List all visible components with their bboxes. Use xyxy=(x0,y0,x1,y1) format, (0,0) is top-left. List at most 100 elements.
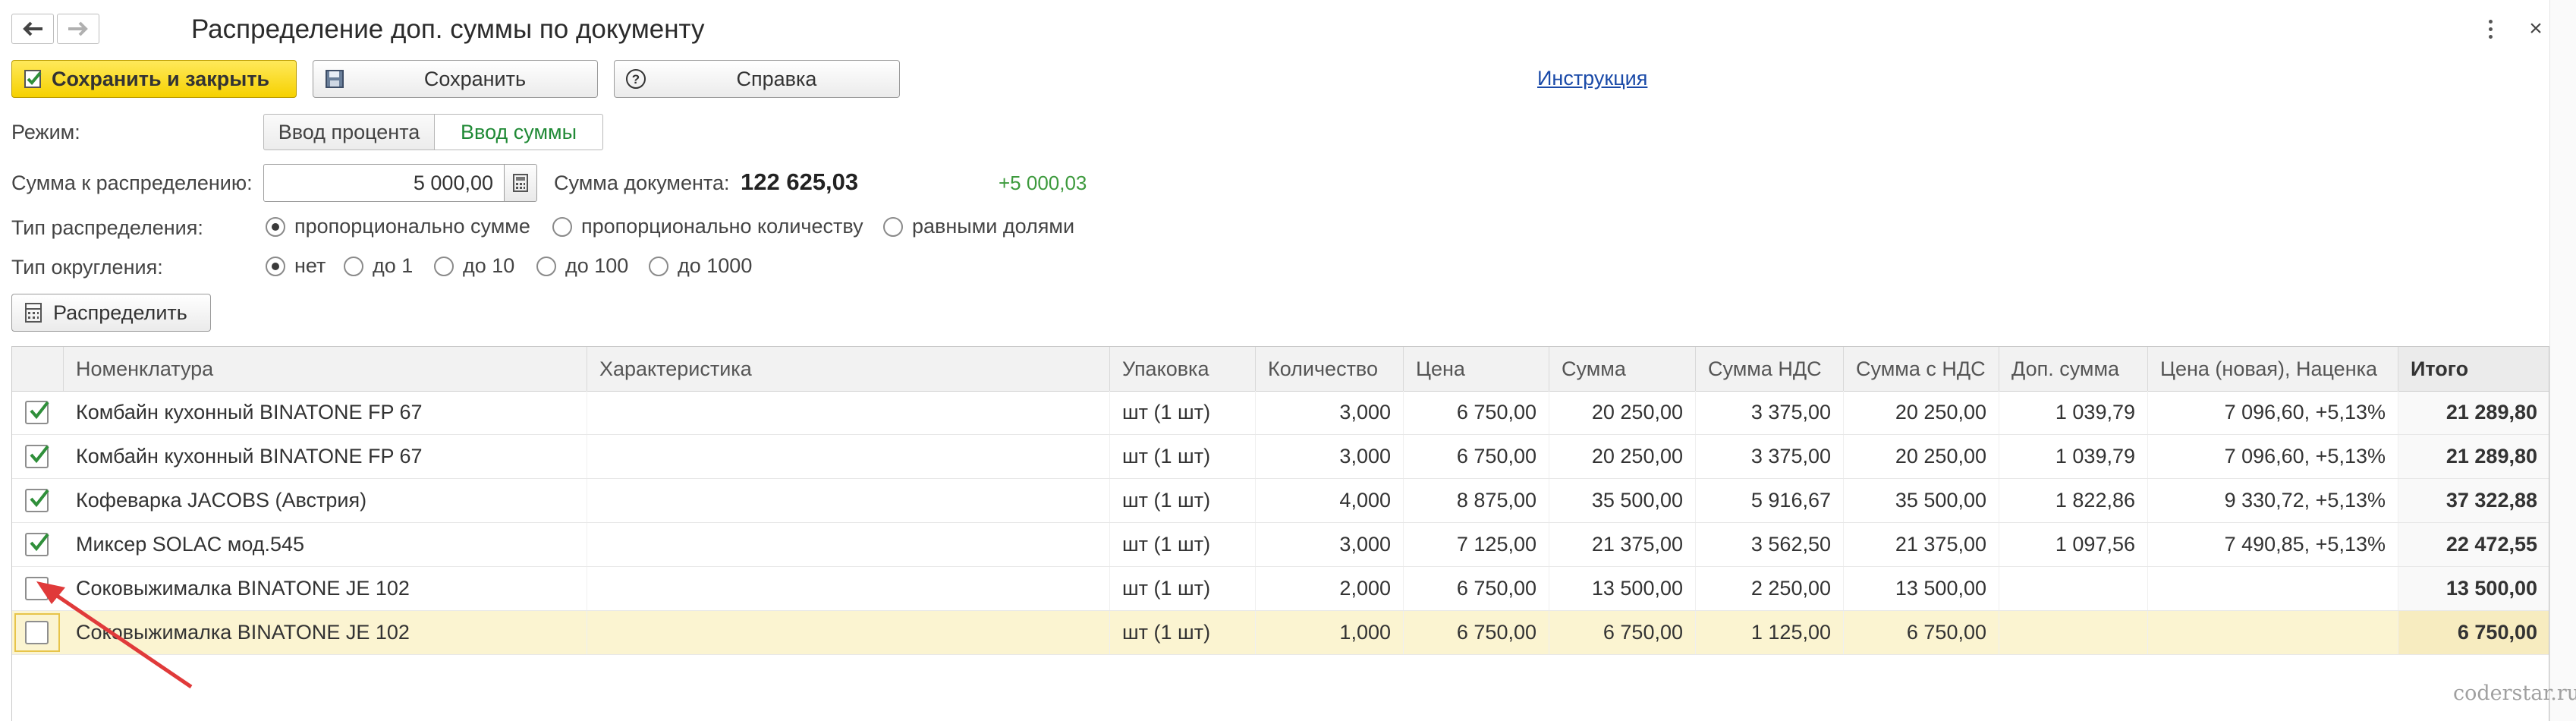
dist-type-proportional-sum[interactable]: пропорционально сумме xyxy=(266,215,530,238)
table-row[interactable]: Комбайн кухонный BINATONE FP 67 шт (1 шт… xyxy=(12,391,2549,435)
cell-total: 22 472,55 xyxy=(2398,523,2549,566)
radio-icon xyxy=(536,256,556,276)
cell-name: Кофеварка JACOBS (Австрия) xyxy=(64,479,587,522)
cell-sum: 21 375,00 xyxy=(1549,523,1696,566)
row-checkbox[interactable] xyxy=(25,533,49,556)
row-checkbox[interactable] xyxy=(25,489,49,512)
save-button[interactable]: Сохранить xyxy=(313,60,598,98)
back-button[interactable] xyxy=(11,14,54,44)
radio-label: до 1 xyxy=(373,254,414,277)
dist-type-label: Тип распределения: xyxy=(11,216,203,239)
radio-label: до 1000 xyxy=(678,254,753,277)
cell-vat: 3 375,00 xyxy=(1696,391,1844,434)
rounding-100[interactable]: до 100 xyxy=(536,254,628,278)
col-extra[interactable]: Доп. сумма xyxy=(1999,347,2148,391)
table-row[interactable]: Кофеварка JACOBS (Австрия) шт (1 шт) 4,0… xyxy=(12,479,2549,523)
dist-type-equal[interactable]: равными долями xyxy=(883,215,1074,238)
col-nomenclature[interactable]: Номенклатура xyxy=(64,347,587,391)
mode-label: Режим: xyxy=(11,121,80,143)
cell-qty: 2,000 xyxy=(1256,567,1404,610)
cell-total: 13 500,00 xyxy=(2398,567,2549,610)
close-icon[interactable]: × xyxy=(2521,14,2551,44)
col-quantity[interactable]: Количество xyxy=(1256,347,1404,391)
rounding-1000[interactable]: до 1000 xyxy=(649,254,752,278)
col-sum[interactable]: Сумма xyxy=(1549,347,1696,391)
cell-name: Миксер SOLAC мод.545 xyxy=(64,523,587,566)
checkmark-icon xyxy=(30,533,49,552)
cell-price: 6 750,00 xyxy=(1404,435,1549,478)
col-new-price[interactable]: Цена (новая), Наценка xyxy=(2148,347,2398,391)
cell-extra: 1 039,79 xyxy=(1999,391,2148,434)
cell-new-price: 7 490,85, +5,13% xyxy=(2148,523,2398,566)
cell-pack: шт (1 шт) xyxy=(1110,523,1256,566)
cell-vat: 5 916,67 xyxy=(1696,479,1844,522)
radio-icon xyxy=(649,256,668,276)
mode-option-percent[interactable]: Ввод процента xyxy=(263,114,435,150)
table-header: Номенклатура Характеристика Упаковка Кол… xyxy=(12,347,2549,392)
cell-sum: 35 500,00 xyxy=(1549,479,1696,522)
cell-new-price: 9 330,72, +5,13% xyxy=(2148,479,2398,522)
forward-button[interactable] xyxy=(57,14,99,44)
amount-input[interactable]: 5 000,00 xyxy=(263,164,505,202)
radio-icon xyxy=(883,216,903,237)
table-row-selected[interactable]: Соковыжималка BINATONE JE 102 шт (1 шт) … xyxy=(12,611,2549,655)
arrow-left-icon xyxy=(23,21,42,36)
doc-sum-delta: +5 000,03 xyxy=(999,172,1087,194)
radio-label: пропорционально количеству xyxy=(581,215,863,238)
col-total[interactable]: Итого xyxy=(2398,347,2549,391)
mode-option-sum[interactable]: Ввод суммы xyxy=(435,114,603,150)
cell-new-price xyxy=(2148,567,2398,610)
more-menu-icon[interactable] xyxy=(2481,15,2499,43)
annotation-arrow-icon xyxy=(36,581,193,689)
row-checkbox[interactable] xyxy=(25,401,49,424)
cell-sum: 13 500,00 xyxy=(1549,567,1696,610)
svg-text:?: ? xyxy=(632,72,640,87)
cell-sum: 6 750,00 xyxy=(1549,611,1696,654)
cell-price: 6 750,00 xyxy=(1404,611,1549,654)
col-price[interactable]: Цена xyxy=(1404,347,1549,391)
cell-new-price: 7 096,60, +5,13% xyxy=(2148,435,2398,478)
cell-extra xyxy=(1999,611,2148,654)
cell-sum-vat: 35 500,00 xyxy=(1844,479,1999,522)
cell-price: 6 750,00 xyxy=(1404,567,1549,610)
radio-label: до 100 xyxy=(565,254,629,277)
checkmark-icon xyxy=(30,489,49,508)
radio-selected-icon xyxy=(266,256,285,276)
cell-qty: 3,000 xyxy=(1256,391,1404,434)
rounding-none[interactable]: нет xyxy=(266,254,326,278)
col-package[interactable]: Упаковка xyxy=(1110,347,1256,391)
col-check[interactable] xyxy=(12,347,64,391)
col-vat[interactable]: Сумма НДС xyxy=(1696,347,1844,391)
question-circle-icon: ? xyxy=(625,68,646,90)
cell-extra: 1 039,79 xyxy=(1999,435,2148,478)
cell-sum-vat: 6 750,00 xyxy=(1844,611,1999,654)
help-label: Справка xyxy=(736,67,817,90)
table-row[interactable]: Миксер SOLAC мод.545 шт (1 шт) 3,000 7 1… xyxy=(12,523,2549,567)
rounding-1[interactable]: до 1 xyxy=(344,254,413,278)
table-row[interactable]: Комбайн кухонный BINATONE FP 67 шт (1 шт… xyxy=(12,435,2549,479)
radio-selected-icon xyxy=(266,216,285,237)
rounding-10[interactable]: до 10 xyxy=(434,254,514,278)
cell-qty: 4,000 xyxy=(1256,479,1404,522)
vertical-scrollbar[interactable] xyxy=(2549,0,2576,721)
row-checkbox[interactable] xyxy=(25,445,49,468)
col-sum-vat[interactable]: Сумма с НДС xyxy=(1844,347,1999,391)
rounding-label: Тип округления: xyxy=(11,256,163,279)
help-button[interactable]: ? Справка xyxy=(614,60,900,98)
cell-total: 21 289,80 xyxy=(2398,391,2549,434)
checkmark-icon xyxy=(30,401,49,420)
col-characteristic[interactable]: Характеристика xyxy=(587,347,1110,391)
table-row[interactable]: Соковыжималка BINATONE JE 102 шт (1 шт) … xyxy=(12,567,2549,611)
save-and-close-button[interactable]: Сохранить и закрыть xyxy=(11,60,297,98)
distribute-button[interactable]: Распределить xyxy=(11,294,211,332)
dist-type-proportional-qty[interactable]: пропорционально количеству xyxy=(552,215,863,238)
cell-char xyxy=(587,435,1110,478)
instruction-link[interactable]: Инструкция xyxy=(1537,67,1647,90)
cell-extra: 1 097,56 xyxy=(1999,523,2148,566)
calculator-icon xyxy=(513,174,528,192)
calculator-button[interactable] xyxy=(504,164,537,202)
cell-vat: 2 250,00 xyxy=(1696,567,1844,610)
cell-price: 8 875,00 xyxy=(1404,479,1549,522)
cell-pack: шт (1 шт) xyxy=(1110,611,1256,654)
cell-vat: 3 562,50 xyxy=(1696,523,1844,566)
